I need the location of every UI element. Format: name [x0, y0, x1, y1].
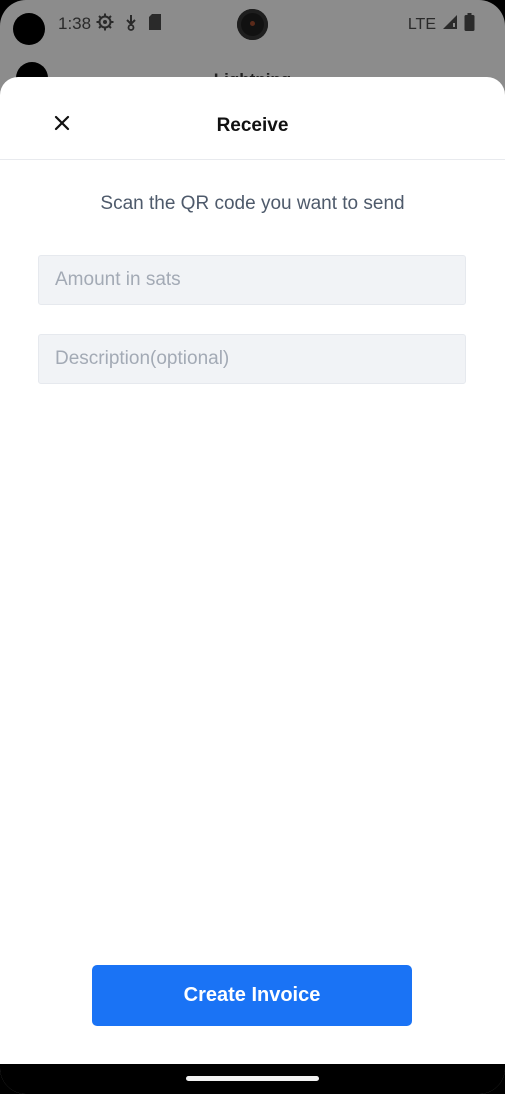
sd-card-icon: [148, 14, 162, 30]
status-time: 1:38: [58, 14, 92, 33]
status-system-icons: LTE: [408, 13, 475, 36]
sheet-header: Receive: [0, 77, 505, 160]
battery-icon: [464, 13, 475, 36]
download-icon: [124, 13, 138, 31]
home-gesture-handle[interactable]: [186, 1076, 319, 1081]
front-camera: [237, 9, 268, 40]
status-notification-icons: [96, 13, 162, 31]
instruction-text: Scan the QR code you want to send: [100, 193, 405, 214]
amount-input[interactable]: [38, 255, 466, 305]
phone-screen: 1:38 LTE Lightning: [0, 0, 505, 1094]
signal-icon: [442, 14, 458, 35]
status-bar-dot: [13, 13, 45, 45]
settings-icon: [96, 13, 114, 31]
receive-bottom-sheet: Receive Scan the QR code you want to sen…: [0, 77, 505, 1064]
description-input[interactable]: [38, 334, 466, 384]
status-bar: 1:38 LTE: [0, 0, 505, 46]
create-invoice-button[interactable]: Create Invoice: [92, 965, 412, 1026]
network-type: LTE: [407, 15, 436, 33]
sheet-title: Receive: [216, 115, 289, 136]
navigation-bar: [0, 1064, 505, 1094]
